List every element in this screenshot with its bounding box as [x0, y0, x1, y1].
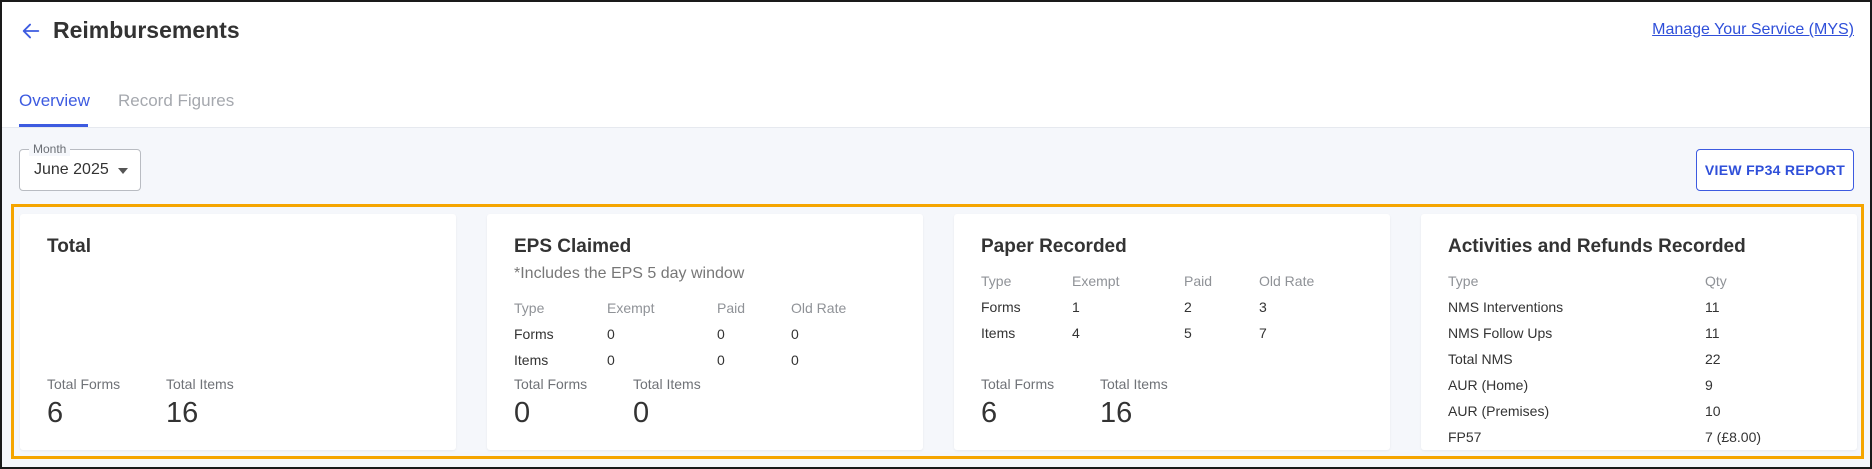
total-items-label: Total Items [166, 376, 234, 392]
activities-row-type: AUR (Premises) [1448, 403, 1550, 419]
caret-down-icon [118, 168, 128, 174]
eps-row-paid: 0 [717, 352, 725, 368]
eps-row-exempt: 0 [607, 326, 615, 342]
activities-row-type: Total NMS [1448, 351, 1513, 367]
active-tab-indicator [19, 124, 88, 127]
paper-col-type: Type [981, 273, 1012, 289]
paper-total-forms-value: 6 [981, 397, 998, 429]
eps-total-forms-value: 0 [514, 397, 531, 429]
paper-recorded-card: Paper Recorded Type Exempt Paid Old Rate… [954, 214, 1390, 450]
activities-refunds-card: Activities and Refunds Recorded Type Qty… [1421, 214, 1857, 450]
activities-row-qty: 10 [1705, 403, 1721, 419]
paper-total-items-label: Total Items [1100, 376, 1168, 392]
activities-row-type: NMS Interventions [1448, 299, 1564, 315]
eps-row-old-rate: 0 [791, 352, 799, 368]
paper-total-items-value: 16 [1100, 397, 1133, 429]
paper-row-paid: 2 [1184, 299, 1192, 315]
paper-row-exempt: 1 [1072, 299, 1080, 315]
paper-col-old-rate: Old Rate [1259, 273, 1315, 289]
activities-row-type: NMS Follow Ups [1448, 325, 1553, 341]
eps-row-exempt: 0 [607, 352, 615, 368]
activities-col-type: Type [1448, 273, 1479, 289]
eps-card-note: *Includes the EPS 5 day window [514, 265, 745, 282]
total-forms-label: Total Forms [47, 376, 121, 392]
tab-record-figures[interactable]: Record Figures [118, 91, 234, 111]
eps-total-items-value: 0 [633, 397, 650, 429]
paper-total-forms-label: Total Forms [981, 376, 1055, 392]
total-card-title: Total [47, 236, 91, 257]
eps-claimed-card: EPS Claimed *Includes the EPS 5 day wind… [487, 214, 923, 450]
total-forms-value: 6 [47, 397, 64, 429]
eps-card-title: EPS Claimed [514, 236, 632, 257]
activities-row-qty: 22 [1705, 351, 1721, 367]
paper-row-old-rate: 3 [1259, 299, 1267, 315]
view-fp34-report-button[interactable]: VIEW FP34 REPORT [1696, 149, 1854, 191]
paper-row-exempt: 4 [1072, 325, 1080, 341]
eps-col-type: Type [514, 300, 545, 316]
total-items-value: 16 [166, 397, 199, 429]
paper-col-paid: Paid [1184, 273, 1213, 289]
month-select-value: June 2025 [34, 161, 109, 178]
eps-col-exempt: Exempt [607, 300, 655, 316]
activities-row-qty: 9 [1705, 377, 1713, 393]
activities-card-title: Activities and Refunds Recorded [1448, 236, 1746, 257]
eps-col-old-rate: Old Rate [791, 300, 847, 316]
app-frame: Reimbursements Manage Your Service (MYS)… [0, 0, 1872, 469]
page-header: Reimbursements Manage Your Service (MYS)… [2, 2, 1870, 128]
total-card: Total Total Forms 6 Total Items 16 [20, 214, 456, 450]
eps-row-paid: 0 [717, 326, 725, 342]
paper-col-exempt: Exempt [1072, 273, 1120, 289]
activities-row-qty: 11 [1705, 325, 1720, 341]
activities-row-type: FP57 [1448, 429, 1482, 445]
activities-col-qty: Qty [1705, 273, 1727, 289]
eps-row-type: Forms [514, 326, 554, 342]
eps-row-type: Items [514, 352, 549, 368]
activities-row-qty: 7 (£8.00) [1705, 429, 1762, 445]
activities-row-type: AUR (Home) [1448, 377, 1529, 393]
paper-row-type: Forms [981, 299, 1021, 315]
eps-total-items-label: Total Items [633, 376, 701, 392]
month-select[interactable]: Month June 2025 [19, 142, 141, 191]
paper-row-paid: 5 [1184, 325, 1192, 341]
eps-row-old-rate: 0 [791, 326, 799, 342]
paper-row-old-rate: 7 [1259, 325, 1267, 341]
eps-total-forms-label: Total Forms [514, 376, 588, 392]
manage-your-service-link[interactable]: Manage Your Service (MYS) [1652, 21, 1854, 39]
page-title: Reimbursements [53, 17, 240, 43]
eps-col-paid: Paid [717, 300, 746, 316]
tab-overview[interactable]: Overview [19, 91, 90, 111]
paper-card-title: Paper Recorded [981, 236, 1127, 257]
paper-row-type: Items [981, 325, 1016, 341]
back-arrow-icon[interactable] [20, 20, 42, 42]
month-select-label: Month [29, 142, 71, 156]
activities-row-qty: 11 [1705, 299, 1720, 315]
